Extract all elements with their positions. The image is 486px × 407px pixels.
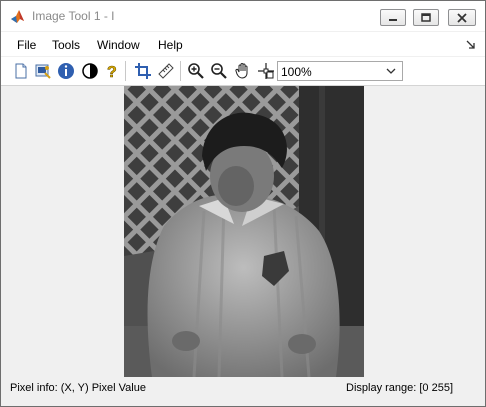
pixel-region-icon[interactable] — [257, 62, 275, 80]
image-tool-window: Image Tool 1 - I File Tools Window Help — [0, 0, 486, 407]
matlab-logo-icon — [11, 10, 24, 23]
close-button[interactable] — [448, 9, 476, 26]
chevron-down-icon — [386, 68, 396, 74]
pixel-info-label: Pixel info: (X, Y) Pixel Value — [10, 382, 146, 394]
zoom-out-icon[interactable] — [210, 62, 228, 80]
toolbar: ? 100% — [1, 57, 485, 86]
minimize-icon — [389, 19, 397, 21]
menu-file[interactable]: File — [17, 38, 36, 52]
help-icon[interactable]: ? — [103, 62, 121, 80]
distance-tool-icon[interactable] — [157, 62, 175, 80]
minimize-button[interactable] — [380, 9, 406, 26]
toolbar-separator — [125, 61, 126, 81]
maximize-button[interactable] — [413, 9, 439, 26]
grayscale-photo[interactable] — [124, 86, 364, 377]
export-image-icon[interactable] — [34, 62, 52, 80]
adjust-contrast-icon[interactable] — [81, 62, 99, 80]
toolbar-separator — [180, 61, 181, 81]
menu-help[interactable]: Help — [158, 38, 183, 52]
image-canvas[interactable] — [1, 86, 485, 377]
svg-text:?: ? — [107, 64, 117, 80]
zoom-in-icon[interactable] — [187, 62, 205, 80]
zoom-level-value: 100% — [281, 65, 312, 79]
close-icon — [457, 13, 467, 23]
title-bar[interactable]: Image Tool 1 - I — [1, 1, 485, 31]
menu-bar: File Tools Window Help — [1, 32, 485, 56]
crop-icon[interactable] — [134, 62, 152, 80]
new-figure-icon[interactable] — [12, 62, 30, 80]
display-range-label: Display range: [0 255] — [346, 382, 454, 394]
image-info-icon[interactable] — [57, 62, 75, 80]
window-title: Image Tool 1 - I — [32, 9, 115, 23]
pan-icon[interactable] — [234, 62, 252, 80]
dock-arrow-icon[interactable] — [466, 40, 476, 50]
maximize-icon — [421, 13, 431, 22]
menu-tools[interactable]: Tools — [52, 38, 80, 52]
menu-window[interactable]: Window — [97, 38, 140, 52]
status-bar: Pixel info: (X, Y) Pixel Value Display r… — [1, 377, 485, 406]
zoom-level-select[interactable]: 100% — [277, 61, 403, 81]
